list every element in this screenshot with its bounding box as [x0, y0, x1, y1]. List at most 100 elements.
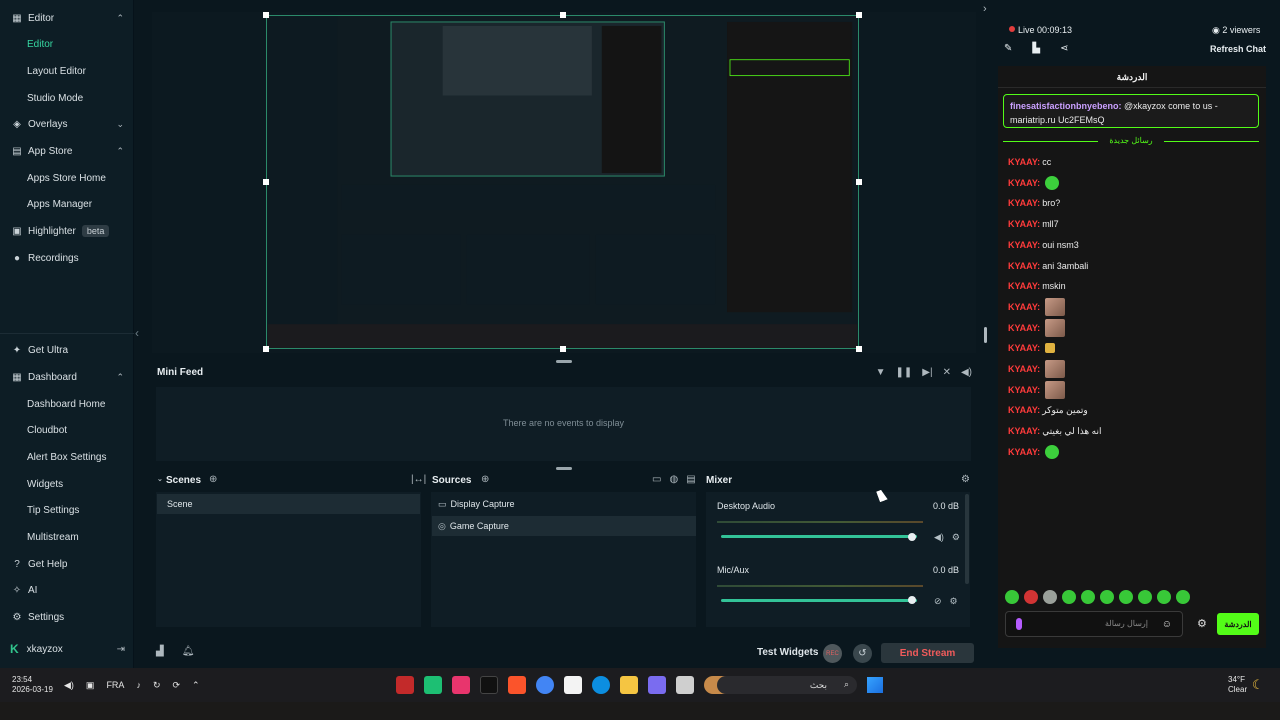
chat-resize-handle[interactable] — [984, 327, 987, 343]
emote-icon[interactable] — [1043, 590, 1057, 604]
sidebar-item-cloudbot[interactable]: Cloudbot — [0, 418, 134, 442]
sidebar-item-alert-box-settings[interactable]: Alert Box Settings — [0, 445, 134, 469]
sidebar-item-app-store[interactable]: ▤ App Store ⌃ — [0, 139, 134, 163]
mute-alerts-icon[interactable]: ✕ — [943, 367, 951, 378]
sidebar-item-overlays[interactable]: ◈ Overlays ⌄ — [0, 112, 134, 136]
user-account[interactable]: Kxkayzox ⇥ — [0, 638, 134, 660]
resize-handle[interactable] — [856, 346, 862, 352]
emote-icon[interactable] — [1100, 590, 1114, 604]
sidebar-item-apps-store-home[interactable]: Apps Store Home — [0, 166, 134, 190]
chat-username[interactable]: KYAAY: — [1008, 178, 1040, 188]
scene-item[interactable]: Scene — [157, 494, 420, 514]
sidebar-item-editor[interactable]: ▦ Editor ⌃ — [0, 6, 134, 30]
language-indicator[interactable]: FRA — [106, 680, 124, 691]
sidebar-item-multistream[interactable]: Multistream — [0, 525, 134, 549]
chat-username[interactable]: KYAAY: — [1008, 261, 1040, 271]
volume-slider[interactable] — [721, 599, 917, 602]
test-widgets-button[interactable]: Test Widgets — [757, 647, 818, 658]
add-source-icon[interactable]: ⊕ — [481, 474, 489, 485]
tray-chevron-icon[interactable]: ⌃ — [192, 680, 200, 691]
share-icon[interactable]: ⋖ — [1060, 43, 1068, 54]
taskbar-weather[interactable]: 34°F Clear — [1228, 675, 1247, 695]
chat-username[interactable]: KYAAY: — [1008, 323, 1040, 333]
sidebar-item-ai[interactable]: ✧ AI — [0, 578, 134, 602]
tiktok-live-icon[interactable] — [452, 676, 470, 694]
volume-icon[interactable]: ◀) — [934, 532, 944, 543]
sidebar-item-dashboard[interactable]: ▦ Dashboard ⌃ — [0, 365, 134, 389]
resize-handle[interactable] — [856, 12, 862, 18]
sync-icon[interactable]: ↻ — [153, 680, 161, 691]
sidebar-item-editor-sub[interactable]: Editor — [0, 32, 134, 56]
display-icon[interactable]: ▣ — [86, 680, 95, 691]
sidebar-item-get-ultra[interactable]: ✦ Get Ultra — [0, 338, 134, 362]
windows-start-icon[interactable] — [867, 677, 883, 693]
panel-resize-handle[interactable] — [556, 467, 572, 470]
add-scene-icon[interactable]: ⊕ — [209, 474, 217, 485]
resize-handle[interactable] — [263, 179, 269, 185]
replay-buffer-icon[interactable]: ↺ — [853, 644, 872, 663]
folder-icon[interactable]: ▤ — [686, 474, 695, 485]
filter-icon[interactable]: ▼ — [876, 367, 886, 378]
chat-username[interactable]: KYAAY: — [1008, 447, 1040, 457]
microphone-icon[interactable] — [1016, 618, 1022, 630]
pencil-icon[interactable]: ✎ — [1004, 43, 1012, 54]
mixer-scrollbar[interactable] — [965, 494, 969, 584]
volume-icon[interactable]: ◀) — [961, 367, 972, 378]
popout-icon[interactable]: ▙ — [1032, 43, 1040, 54]
display-capture-preview[interactable] — [266, 15, 859, 349]
taskbar-search[interactable]: بحث ⌕ — [717, 676, 857, 694]
gear-icon[interactable]: ⚙ — [952, 532, 960, 543]
volume-slider-knob[interactable] — [908, 596, 916, 604]
emote-icon[interactable] — [1157, 590, 1171, 604]
sidebar-item-highlighter[interactable]: ▣ Highlighter beta — [0, 219, 134, 243]
copilot-icon[interactable] — [648, 676, 666, 694]
emote-icon[interactable] — [1005, 590, 1019, 604]
app-icon[interactable] — [396, 676, 414, 694]
source-properties-icon[interactable]: ▭ — [652, 474, 661, 485]
performance-icon[interactable]: ▟ — [156, 646, 164, 657]
task-view-icon[interactable] — [676, 676, 694, 694]
end-stream-button[interactable]: End Stream — [881, 643, 974, 663]
file-explorer-icon[interactable] — [620, 676, 638, 694]
sidebar-item-get-help[interactable]: ? Get Help — [0, 552, 134, 576]
taskbar-clock[interactable]: 23:54 2026-03-19 — [12, 675, 53, 695]
emote-icon[interactable] — [1081, 590, 1095, 604]
source-item[interactable]: ◎ Game Capture — [432, 516, 696, 536]
notifications-bell-icon[interactable]: 🔔︎ — [182, 646, 195, 657]
gear-icon[interactable]: ⚙ — [950, 596, 958, 607]
chat-username[interactable]: KYAAY: — [1008, 385, 1040, 395]
sidebar-item-widgets[interactable]: Widgets — [0, 472, 134, 496]
tiktok-icon[interactable] — [480, 676, 498, 694]
volume-slider[interactable] — [721, 535, 917, 538]
chat-username[interactable]: KYAAY: — [1008, 281, 1040, 291]
streamlabs-app-icon[interactable] — [424, 676, 442, 694]
sidebar-item-layout-editor[interactable]: Layout Editor — [0, 59, 134, 83]
emote-icon[interactable] — [1024, 590, 1038, 604]
emoji-icon[interactable]: ☺ — [1162, 619, 1172, 630]
skip-icon[interactable]: ▶| — [922, 367, 932, 378]
sidebar-item-recordings[interactable]: ● Recordings — [0, 246, 134, 270]
sidebar-item-studio-mode[interactable]: Studio Mode — [0, 86, 134, 110]
send-chat-button[interactable]: الدردشة — [1217, 613, 1259, 635]
chat-username[interactable]: KYAAY: — [1008, 240, 1040, 250]
muted-mic-icon[interactable]: ⊘ — [934, 596, 942, 607]
record-button[interactable]: REC — [823, 644, 842, 663]
sidebar-item-tip-settings[interactable]: Tip Settings — [0, 498, 134, 522]
chat-username[interactable]: KYAAY: — [1008, 198, 1040, 208]
volume-slider-knob[interactable] — [908, 533, 916, 541]
chat-username[interactable]: KYAAY: — [1008, 302, 1040, 312]
source-item[interactable]: ▭ Display Capture — [432, 494, 696, 514]
pause-icon[interactable]: ❚❚ — [896, 367, 913, 378]
chat-username[interactable]: KYAAY: — [1008, 364, 1040, 374]
microphone-icon[interactable]: ♪ — [136, 680, 141, 691]
edge-icon[interactable] — [592, 676, 610, 694]
sidebar-item-dashboard-home[interactable]: Dashboard Home — [0, 392, 134, 416]
resize-handle[interactable] — [856, 179, 862, 185]
emote-icon[interactable] — [1062, 590, 1076, 604]
resize-handle[interactable] — [560, 12, 566, 18]
chat-username[interactable]: KYAAY: — [1008, 426, 1040, 436]
store-icon[interactable] — [564, 676, 582, 694]
chat-username[interactable]: KYAAY: — [1008, 343, 1040, 353]
scene-transition-icon[interactable]: |↔| — [411, 474, 426, 485]
source-group-icon[interactable]: ◍ — [669, 474, 678, 485]
